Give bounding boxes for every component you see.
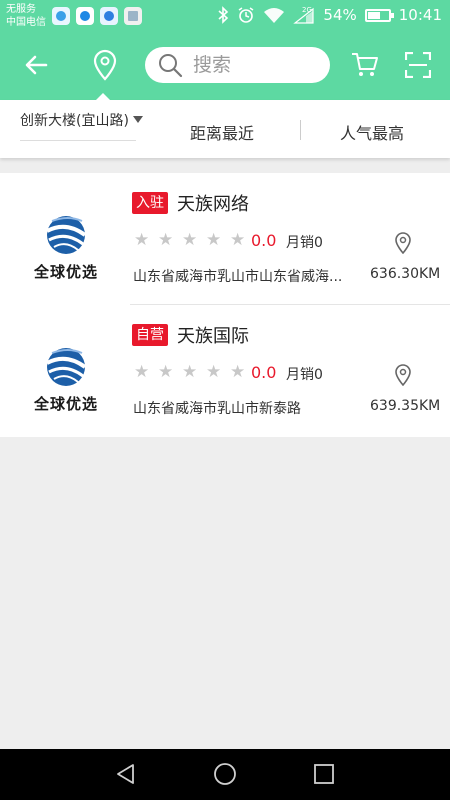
- wifi-icon: [264, 8, 285, 23]
- alarm-icon: [239, 7, 254, 23]
- store-address: 山东省威海市乳山市山东省威海...: [133, 269, 343, 285]
- star-icon: ★: [182, 362, 198, 382]
- nav-back-icon[interactable]: [114, 762, 138, 786]
- star-rating: ★ ★ ★ ★ ★: [134, 364, 247, 381]
- back-arrow-icon[interactable]: [22, 51, 50, 79]
- bluetooth-icon: [218, 6, 229, 24]
- sort-by-popularity[interactable]: 人气最高: [340, 120, 404, 144]
- star-icon: ★: [206, 362, 222, 382]
- star-icon: ★: [134, 362, 150, 382]
- store-tag: 入驻: [132, 192, 168, 214]
- monthly-sales: 月销0: [286, 235, 323, 251]
- sort-by-distance[interactable]: 距离最近: [190, 120, 254, 144]
- star-icon: ★: [134, 230, 150, 250]
- status-bar: 无服务 中国电信 2G 54% 10:41: [0, 0, 450, 33]
- store-list: 全球优选 入驻 天族网络 ★ ★ ★ ★ ★ 0.0 月销0 山东省威海市乳山市山东省威…: [0, 173, 450, 437]
- gallery-icon: [124, 7, 142, 25]
- location-underline: [20, 140, 136, 141]
- notification-app-icon: [76, 7, 94, 25]
- carrier-status: 无服务: [6, 4, 36, 15]
- location-pin-icon[interactable]: [394, 364, 412, 386]
- signal-icon: 2G: [293, 6, 315, 24]
- monthly-sales: 月销0: [286, 367, 323, 383]
- store-item[interactable]: 全球优选 入驻 天族网络 ★ ★ ★ ★ ★ 0.0 月销0 山东省威海市乳山市山东省威…: [0, 173, 450, 305]
- store-name: 天族国际: [177, 326, 249, 347]
- location-pointer: [95, 93, 111, 101]
- system-nav-bar: [0, 749, 450, 800]
- star-icon: ★: [158, 230, 174, 250]
- star-rating: ★ ★ ★ ★ ★: [134, 232, 247, 249]
- star-icon: ★: [230, 362, 246, 382]
- clock: 10:41: [398, 6, 442, 24]
- rating-score: 0.0: [251, 231, 277, 250]
- star-icon: ★: [230, 230, 246, 250]
- dropdown-caret-icon: [132, 115, 143, 123]
- notification-app-icon: [52, 7, 70, 25]
- carrier-info: 无服务 中国电信: [6, 3, 46, 29]
- notification-icons: [52, 7, 142, 25]
- store-name: 天族网络: [177, 194, 249, 215]
- star-icon: ★: [158, 362, 174, 382]
- star-icon: ★: [206, 230, 222, 250]
- rating-score: 0.0: [251, 363, 277, 382]
- globe-logo-icon: [46, 216, 87, 254]
- store-tag: 自营: [132, 324, 168, 346]
- store-address: 山东省威海市乳山市新泰路: [133, 401, 301, 417]
- logo-text: 全球优选: [33, 263, 98, 281]
- notification-app-icon: [100, 7, 118, 25]
- logo-text: 全球优选: [33, 395, 98, 413]
- store-item[interactable]: 全球优选 自营 天族国际 ★ ★ ★ ★ ★ 0.0 月销0 山东省威海市乳山市新泰路 …: [0, 305, 450, 437]
- search-bar[interactable]: [145, 47, 330, 83]
- store-logo: 全球优选: [28, 213, 108, 285]
- cart-icon[interactable]: [351, 50, 379, 78]
- scan-icon[interactable]: [405, 52, 431, 78]
- search-icon: [159, 54, 183, 78]
- filter-bar: 创新大楼(宜山路) 距离最近 人气最高: [0, 93, 450, 158]
- location-selector[interactable]: 创新大楼(宜山路): [20, 110, 143, 130]
- search-input[interactable]: [193, 54, 313, 76]
- battery-icon: [364, 8, 394, 22]
- battery-level: [367, 11, 380, 19]
- battery-percent: 54%: [323, 6, 357, 24]
- nav-recent-apps-icon[interactable]: [313, 763, 335, 785]
- system-status: 2G 54% 10:41: [217, 6, 442, 24]
- location-pin-icon[interactable]: [394, 232, 412, 254]
- star-icon: ★: [182, 230, 198, 250]
- network-type-label: 2G: [302, 6, 312, 14]
- divider: [300, 120, 301, 140]
- store-distance: 639.35KM: [370, 398, 441, 414]
- nav-home-icon[interactable]: [213, 762, 237, 786]
- location-pin-icon[interactable]: [92, 49, 118, 81]
- carrier-name: 中国电信: [6, 17, 46, 28]
- app-header: [0, 33, 450, 100]
- store-distance: 636.30KM: [370, 266, 441, 282]
- store-logo: 全球优选: [28, 345, 108, 417]
- location-label: 创新大楼(宜山路): [20, 113, 129, 129]
- globe-logo-icon: [46, 348, 87, 386]
